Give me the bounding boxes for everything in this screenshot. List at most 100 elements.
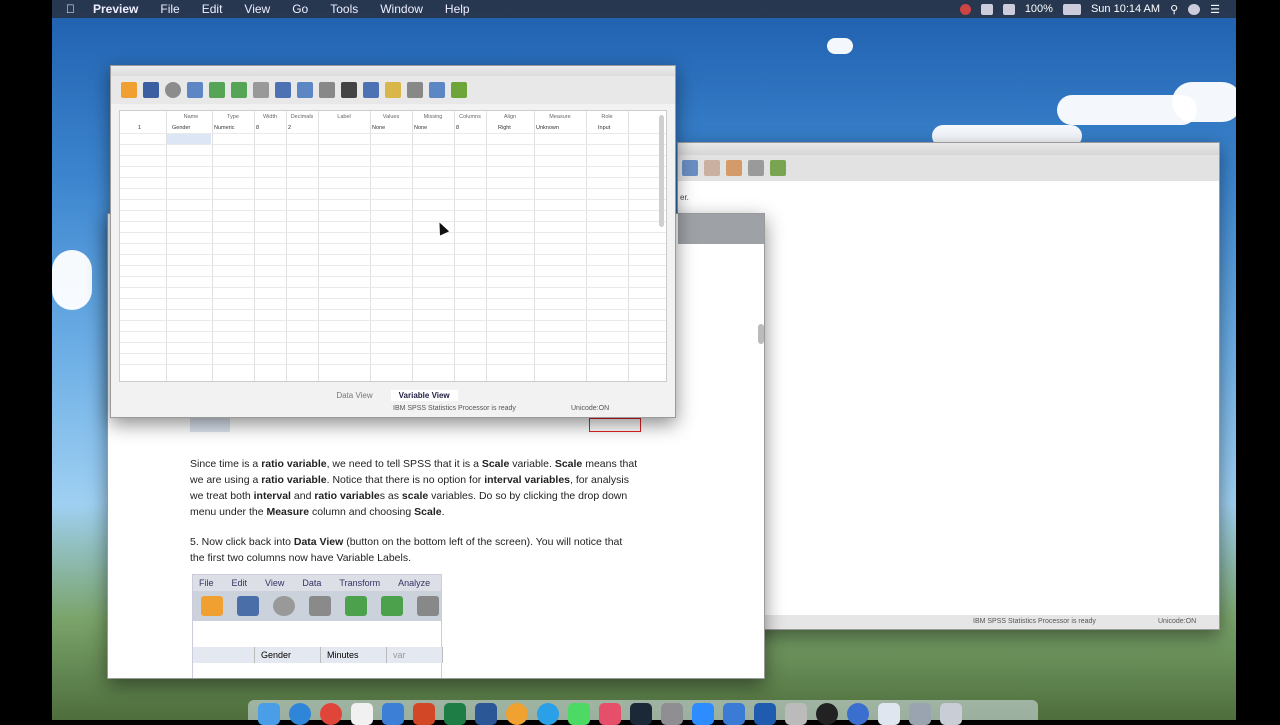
inset-menu-item: Analyze [398,578,431,588]
use-sets-icon[interactable] [451,82,467,98]
variable-view-grid[interactable]: Name Type Width Decimals Label Values Mi… [119,110,667,382]
spotlight-icon[interactable]: ⚲ [1170,3,1178,16]
redo-icon[interactable] [231,82,247,98]
battery-percent: 100% [1024,3,1053,15]
menu-app-preview[interactable]: Preview [93,2,138,16]
clock[interactable]: Sun 10:14 AM [1091,3,1160,15]
app-icon[interactable] [785,703,807,725]
folder-icon[interactable] [878,703,900,725]
open-folder-icon[interactable] [121,82,137,98]
column-header-name[interactable]: Name [170,111,212,123]
window-titlebar[interactable] [678,143,1219,155]
safari-icon[interactable] [289,703,311,725]
goto-case-icon[interactable] [253,82,269,98]
column-header-measure[interactable]: Measure [534,111,586,123]
app-icon[interactable] [537,703,559,725]
messages-icon[interactable] [568,703,590,725]
grid-line [318,111,319,381]
toolbar-icon[interactable] [748,160,764,176]
cell-type[interactable]: Numeric [214,123,234,133]
cell-missing[interactable]: None [414,123,427,133]
record-icon[interactable] [959,3,971,15]
cloud-icon[interactable] [980,3,993,15]
zoom-icon[interactable] [692,703,714,725]
redo-icon [381,596,403,616]
column-header-role[interactable]: Role [586,111,628,123]
column-header-align[interactable]: Align [486,111,534,123]
print-icon[interactable] [165,82,181,98]
menu-window[interactable]: Window [380,2,423,16]
menu-tools[interactable]: Tools [330,2,358,16]
variables-icon[interactable] [275,82,291,98]
column-header-type[interactable]: Type [212,111,254,123]
column-header-label[interactable]: Label [318,111,370,123]
grid-line [212,111,213,381]
column-header-values[interactable]: Values [370,111,412,123]
menu-help[interactable]: Help [445,2,470,16]
cell-measure[interactable]: Unknown [536,123,559,133]
save-icon[interactable] [143,82,159,98]
cell-width[interactable]: 8 [256,123,259,133]
tab-data-view[interactable]: Data View [328,390,380,401]
siri-icon[interactable] [1188,3,1201,15]
cell-decimals[interactable]: 2 [288,123,291,133]
column-header-width[interactable]: Width [254,111,286,123]
document-scrollbar[interactable] [758,324,764,344]
app-icon[interactable] [816,703,838,725]
weight-icon[interactable] [385,82,401,98]
apple-icon[interactable]:  [66,2,75,16]
window-titlebar[interactable] [111,66,675,76]
column-header-decimals[interactable]: Decimals [286,111,318,123]
calendar-icon[interactable] [351,703,373,725]
tab-variable-view[interactable]: Variable View [390,389,458,401]
powerpoint-icon[interactable] [413,703,435,725]
menu-view[interactable]: View [244,2,270,16]
trash-icon[interactable] [940,703,962,725]
battery-icon[interactable] [1062,3,1081,15]
toolbar-icon[interactable] [682,160,698,176]
settings-icon[interactable] [661,703,683,725]
grid-line [120,199,666,200]
menu-edit[interactable]: Edit [202,2,223,16]
grid-line [120,320,666,321]
app-icon[interactable] [723,703,745,725]
excel-icon[interactable] [444,703,466,725]
steam-icon[interactable] [630,703,652,725]
notification-center-icon[interactable]: ☰ [1210,3,1220,16]
folder-icon[interactable] [909,703,931,725]
undo-icon[interactable] [209,82,225,98]
word-icon[interactable] [475,703,497,725]
menu-file[interactable]: File [160,2,179,16]
insert-case-icon[interactable] [319,82,335,98]
selected-cell[interactable] [167,134,211,144]
chrome-icon[interactable] [320,703,342,725]
cell-values[interactable]: None [372,123,385,133]
select-cases-icon[interactable] [407,82,423,98]
column-header-columns[interactable]: Columns [454,111,486,123]
toolbar-icon[interactable] [770,160,786,176]
app-icon[interactable] [382,703,404,725]
menu-go[interactable]: Go [292,2,308,16]
value-labels-icon[interactable] [429,82,445,98]
grid-scrollbar[interactable] [659,115,664,227]
grid-line [120,353,666,354]
grid-line [120,265,666,266]
split-file-icon[interactable] [363,82,379,98]
binoculars-icon[interactable] [341,82,357,98]
cell-name[interactable]: Gender [172,123,190,133]
find-icon[interactable] [297,82,313,98]
spss-icon[interactable] [754,703,776,725]
column-header-missing[interactable]: Missing [412,111,454,123]
recall-dialog-icon[interactable] [187,82,203,98]
wifi-icon[interactable] [1002,3,1015,15]
toolbar-icon[interactable] [704,160,720,176]
toolbar-icon[interactable] [726,160,742,176]
dock [248,700,1038,725]
photos-icon[interactable] [506,703,528,725]
app-icon[interactable] [847,703,869,725]
app-icon[interactable] [599,703,621,725]
cell-align[interactable]: Right [498,123,511,133]
cell-role[interactable]: Input [598,123,610,133]
finder-icon[interactable] [258,703,280,725]
cell-columns[interactable]: 8 [456,123,459,133]
